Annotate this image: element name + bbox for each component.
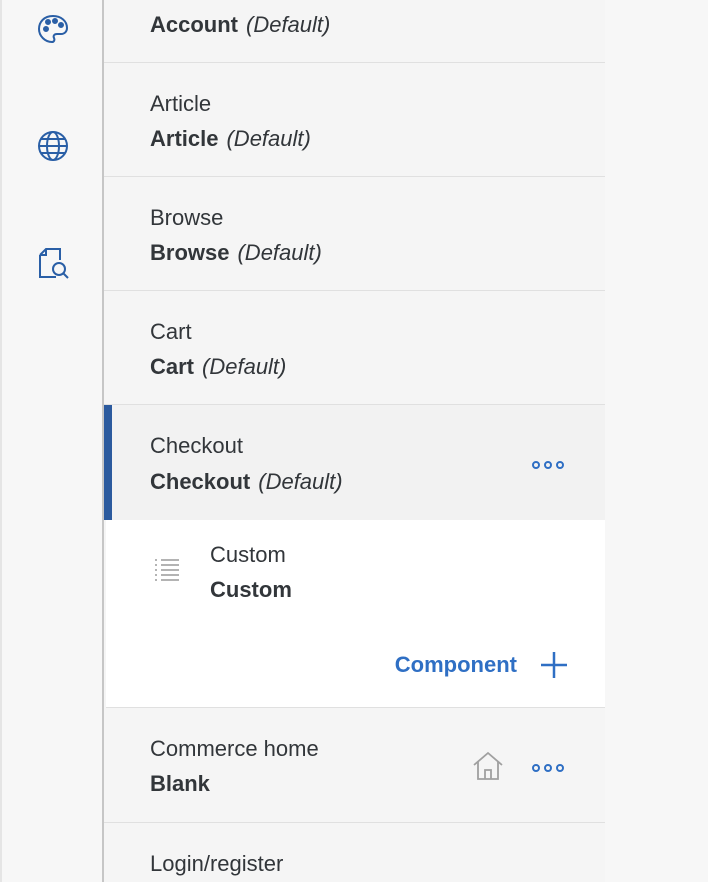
page-template-label: Browse (Default)	[150, 240, 322, 265]
page-title: Article	[150, 91, 212, 116]
list-item-selected[interactable]: Checkout Checkout (Default)	[104, 405, 605, 520]
page-template-label: Checkout (Default)	[150, 469, 343, 494]
page-template-label: Blank	[150, 771, 210, 796]
page-title: Cart	[150, 319, 192, 344]
selection-indicator	[104, 405, 112, 520]
list-item[interactable]: Commerce home Blank	[104, 708, 605, 823]
list-item[interactable]: Cart Cart (Default)	[104, 291, 605, 405]
list-item[interactable]: Article Article (Default)	[104, 63, 605, 177]
component-template-label: Custom	[210, 577, 292, 602]
more-options-icon[interactable]	[530, 760, 566, 776]
document-search-icon[interactable]	[36, 246, 70, 280]
add-component-button[interactable]: Component	[395, 650, 569, 680]
page-list-panel: Account (Default) Article Article (Default…	[102, 0, 605, 882]
palette-icon[interactable]	[36, 12, 70, 46]
page-template-label: Account (Default)	[150, 12, 331, 37]
add-component-label: Component	[394, 652, 517, 677]
page-title: Commerce home	[150, 736, 319, 761]
more-options-icon[interactable]	[530, 457, 566, 473]
list-item[interactable]: Login/register	[104, 823, 605, 882]
list-item[interactable]: Account (Default)	[104, 0, 605, 63]
list-item[interactable]: Browse Browse (Default)	[104, 177, 605, 291]
page-title: Browse	[150, 205, 224, 230]
page-title: Checkout	[150, 433, 243, 458]
page-title: Login/register	[150, 851, 284, 876]
home-icon	[471, 749, 505, 783]
page-template-label: Article (Default)	[150, 126, 311, 151]
component-title: Custom	[210, 542, 286, 567]
content-area	[605, 0, 708, 882]
plus-icon	[539, 650, 569, 680]
page-components-panel: Custom Custom Component	[106, 520, 605, 708]
left-icon-rail	[0, 0, 102, 882]
list-icon	[152, 556, 182, 586]
globe-icon[interactable]	[36, 129, 70, 163]
page-template-label: Cart (Default)	[150, 354, 287, 379]
